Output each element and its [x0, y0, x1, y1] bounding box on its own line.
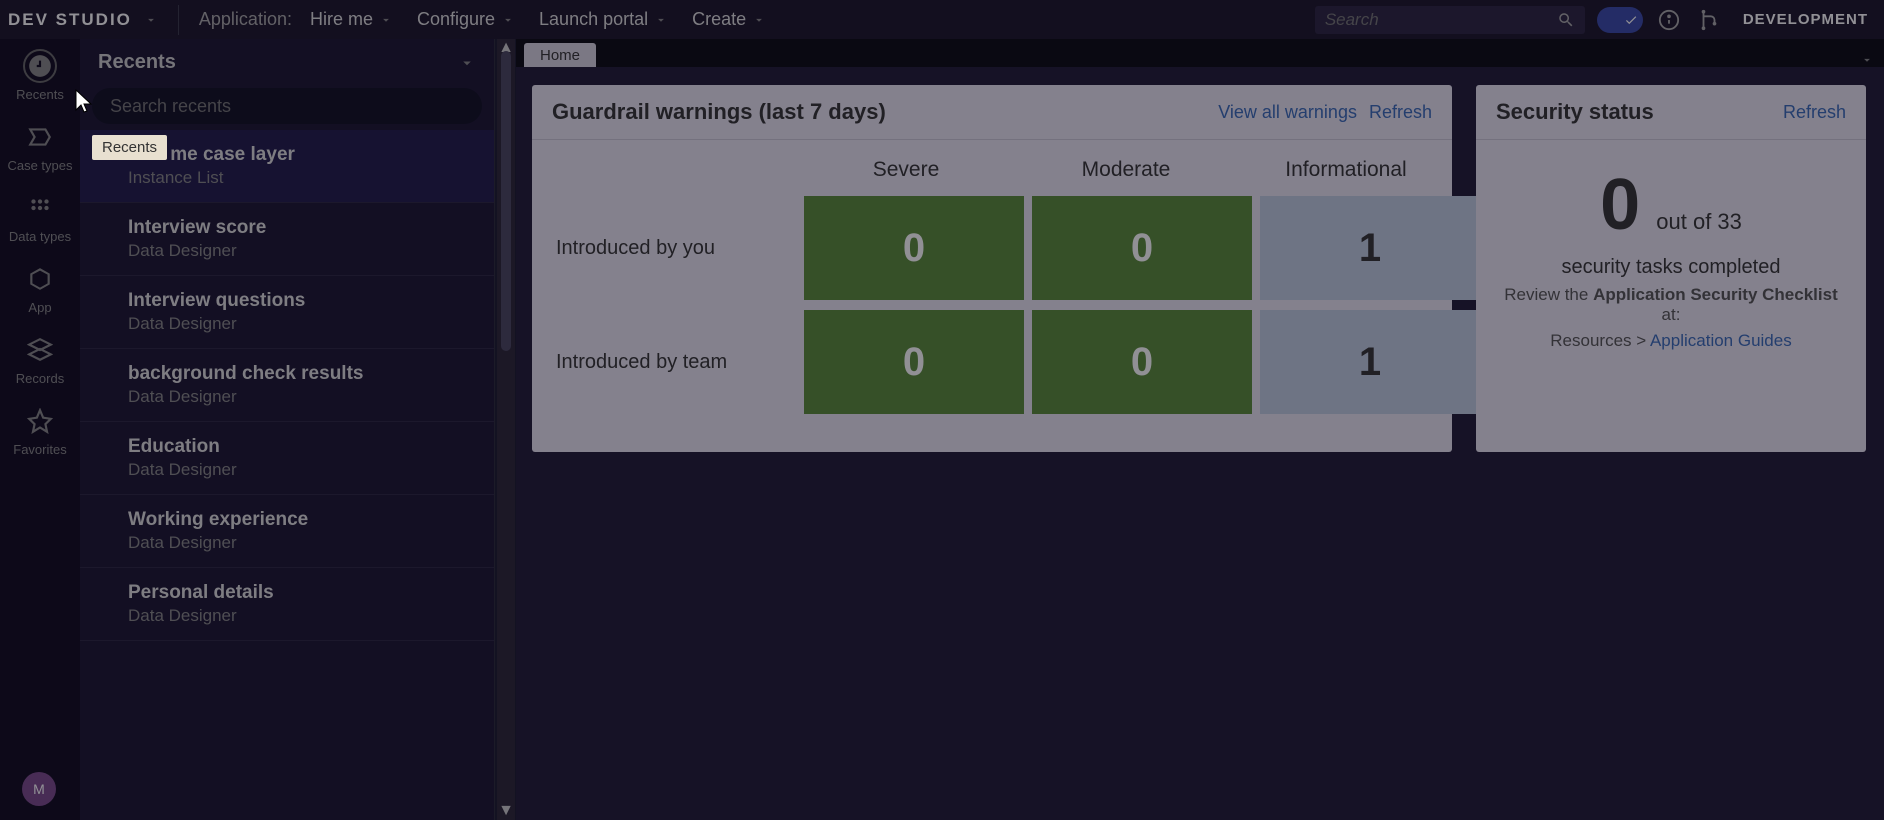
recent-item-title: Personal details: [128, 582, 476, 604]
rail-data-types[interactable]: Data types: [9, 191, 71, 244]
clock-icon: [27, 53, 53, 79]
recent-item-subtitle: Data Designer: [128, 241, 476, 261]
rail-favorites[interactable]: Favorites: [13, 404, 66, 457]
recent-item-subtitle: Data Designer: [128, 606, 476, 626]
col-moderate: Moderate: [1016, 158, 1236, 182]
col-info: Informational: [1236, 158, 1456, 182]
grid-icon: [27, 195, 53, 221]
recents-search[interactable]: [92, 88, 482, 124]
info-icon: [1658, 9, 1680, 31]
recent-item[interactable]: background check resultsData Designer: [80, 349, 494, 422]
security-title: Security status: [1496, 99, 1654, 125]
team-severe-cell[interactable]: 0: [804, 310, 1024, 414]
guardrail-refresh-link[interactable]: Refresh: [1369, 102, 1432, 123]
branch-button[interactable]: [1695, 6, 1723, 34]
chevron-down-icon: [752, 13, 766, 27]
team-moderate-cell[interactable]: 0: [1032, 310, 1252, 414]
you-severe-cell[interactable]: 0: [804, 196, 1024, 300]
recent-item[interactable]: Working experienceData Designer: [80, 495, 494, 568]
row-you-label: Introduced by you: [556, 196, 796, 300]
recent-item-subtitle: Data Designer: [128, 533, 476, 553]
chevron-down-icon: [379, 13, 393, 27]
toggle-switch[interactable]: [1597, 7, 1643, 33]
security-completed-text: security tasks completed: [1494, 256, 1848, 279]
chevron-down-icon: [654, 13, 668, 27]
security-refresh-link[interactable]: Refresh: [1783, 102, 1846, 123]
launch-portal-menu[interactable]: Launch portal: [533, 9, 674, 30]
row-team-label: Introduced by team: [556, 310, 796, 414]
you-moderate-cell[interactable]: 0: [1032, 196, 1252, 300]
rail-records[interactable]: Records: [16, 333, 64, 386]
topbar: DEV STUDIO Application: Hire me Configur…: [0, 0, 1884, 39]
global-search[interactable]: [1315, 6, 1585, 34]
guardrail-card: Guardrail warnings (last 7 days) View al…: [532, 85, 1452, 452]
recent-item-title: Working experience: [128, 509, 476, 531]
info-button[interactable]: [1655, 6, 1683, 34]
cursor-icon: [72, 88, 96, 116]
recents-search-input[interactable]: [110, 96, 464, 117]
logo: DEV STUDIO: [8, 10, 132, 30]
configure-menu[interactable]: Configure: [411, 9, 521, 30]
recent-item-title: Hire me case layer: [128, 144, 476, 166]
application-menu[interactable]: Hire me: [304, 9, 399, 30]
search-icon: [1557, 11, 1575, 29]
user-avatar[interactable]: M: [22, 772, 56, 806]
chevron-down-icon[interactable]: [1860, 53, 1874, 67]
create-menu[interactable]: Create: [686, 9, 772, 30]
cube-icon: [27, 266, 53, 292]
chevron-down-icon: [501, 13, 515, 27]
check-icon: [1624, 13, 1638, 27]
recent-item-subtitle: Data Designer: [128, 387, 476, 407]
star-icon: [27, 408, 53, 434]
security-path: Resources > Application Guides: [1494, 331, 1848, 351]
recent-item[interactable]: EducationData Designer: [80, 422, 494, 495]
application-guides-link[interactable]: Application Guides: [1650, 331, 1792, 350]
rail-app[interactable]: App: [23, 262, 57, 315]
recents-tooltip: Recents: [92, 135, 167, 160]
layers-icon: [27, 337, 53, 363]
recent-item-title: Interview score: [128, 217, 476, 239]
recent-item-title: Education: [128, 436, 476, 458]
recent-item-title: Interview questions: [128, 290, 476, 312]
recent-item-title: background check results: [128, 363, 476, 385]
recent-item[interactable]: Interview scoreData Designer: [80, 203, 494, 276]
recent-item[interactable]: Interview questionsData Designer: [80, 276, 494, 349]
recent-item[interactable]: Personal detailsData Designer: [80, 568, 494, 641]
left-rail: Recents Case types Data types App Record…: [0, 39, 80, 820]
tabstrip: Home: [516, 39, 1884, 67]
security-count: 0: [1600, 164, 1640, 246]
security-review-text: Review the Application Security Checklis…: [1494, 285, 1848, 325]
view-all-warnings-link[interactable]: View all warnings: [1218, 102, 1357, 123]
recent-item-subtitle: Data Designer: [128, 460, 476, 480]
recents-panel: Recents Recents Hire me case layerInstan…: [80, 39, 495, 820]
scrollbar-thumb[interactable]: [501, 51, 511, 351]
chevron-down-icon[interactable]: [458, 54, 476, 72]
chevron-down-icon[interactable]: [144, 13, 158, 27]
security-card: Security status Refresh 0 out of 33 secu…: [1476, 85, 1866, 452]
branch-icon: [1698, 9, 1720, 31]
environment-label: DEVELOPMENT: [1735, 11, 1876, 28]
panel-scrollbar[interactable]: ▲ ▼: [497, 39, 515, 820]
you-info-cell[interactable]: 1: [1260, 196, 1480, 300]
recent-item-subtitle: Data Designer: [128, 314, 476, 334]
rail-recents[interactable]: Recents: [16, 49, 64, 102]
panel-title: Recents: [98, 51, 176, 74]
application-label: Application:: [199, 9, 292, 30]
recents-list: Hire me case layerInstance List Interview…: [80, 130, 494, 641]
global-search-input[interactable]: [1325, 10, 1549, 30]
recent-item-subtitle: Instance List: [128, 168, 476, 188]
tab-home[interactable]: Home: [524, 43, 596, 67]
rail-case-types[interactable]: Case types: [7, 120, 72, 173]
scroll-down-icon[interactable]: ▼: [497, 802, 515, 820]
security-total: out of 33: [1656, 209, 1742, 234]
team-info-cell[interactable]: 1: [1260, 310, 1480, 414]
col-severe: Severe: [796, 158, 1016, 182]
content-area: Home Guardrail warnings (last 7 days) Vi…: [516, 39, 1884, 820]
tag-icon: [27, 124, 53, 150]
guardrail-title: Guardrail warnings (last 7 days): [552, 99, 886, 125]
